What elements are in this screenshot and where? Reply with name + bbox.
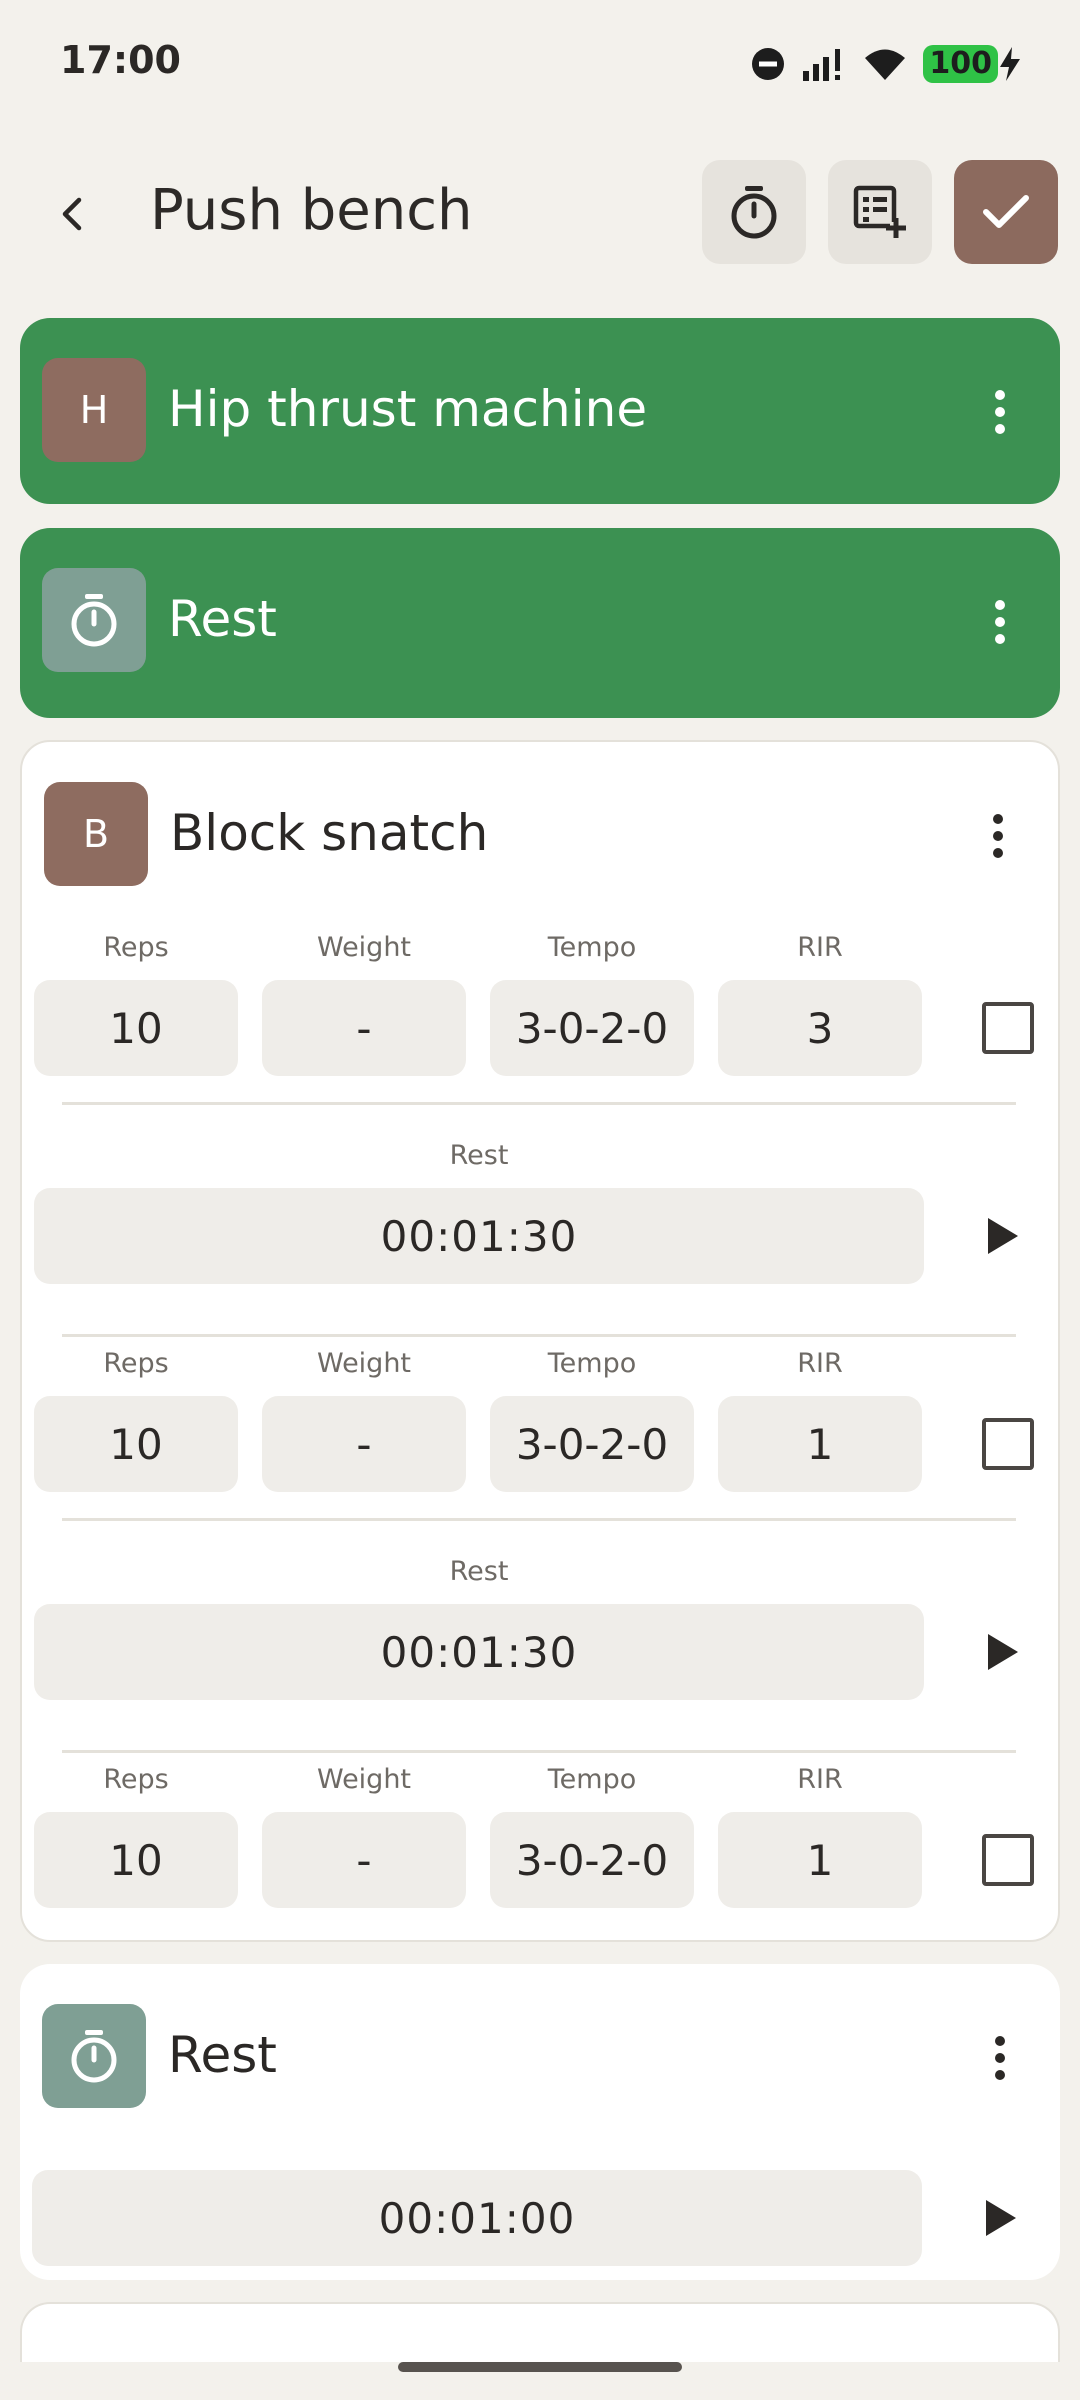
timer-icon — [731, 186, 777, 239]
rest-duration-field[interactable]: 00:01:00 — [32, 2170, 922, 2266]
more-options-button[interactable] — [980, 2028, 1020, 2088]
rest-card-completed[interactable]: Rest — [20, 528, 1060, 718]
divider — [62, 1102, 1016, 1105]
more-options-button[interactable] — [980, 382, 1020, 442]
tempo-field[interactable]: 3-0-2-0 — [490, 1812, 694, 1908]
reps-field[interactable]: 10 — [34, 980, 238, 1076]
back-arrow-icon — [62, 197, 82, 231]
set-complete-checkbox[interactable] — [982, 1418, 1034, 1470]
rir-label: RIR — [797, 1764, 843, 1795]
wifi-icon — [865, 49, 906, 80]
weight-field[interactable]: - — [262, 980, 466, 1076]
reps-label: Reps — [103, 1764, 169, 1795]
battery-level: 100 — [929, 46, 992, 81]
more-icon — [995, 600, 1005, 610]
rir-label: RIR — [797, 1348, 843, 1379]
set-complete-checkbox[interactable] — [982, 1834, 1034, 1886]
set-column-labels: Reps Weight Tempo RIR — [34, 1764, 934, 1800]
timer-icon — [71, 594, 117, 647]
exercise-avatar: H — [42, 358, 146, 462]
exercise-card-block-snatch: B Block snatch Reps Weight Tempo RIR 10 … — [20, 740, 1060, 1942]
weight-field[interactable]: - — [262, 1396, 466, 1492]
rest-avatar — [42, 2004, 146, 2108]
divider — [62, 1334, 1016, 1337]
rest-label: Rest — [449, 1140, 509, 1171]
reps-label: Reps — [103, 932, 169, 963]
timer-icon — [71, 2030, 117, 2083]
more-options-button[interactable] — [980, 592, 1020, 652]
more-icon — [995, 2036, 1005, 2046]
reps-label: Reps — [103, 1348, 169, 1379]
rest-card-pending: Rest 00:01:00 — [20, 1964, 1060, 2280]
finish-workout-button[interactable] — [954, 160, 1058, 264]
workout-screen: 17:00 100 Push bench H Hip thrust machin… — [0, 0, 1080, 2400]
divider — [62, 1518, 1016, 1521]
add-to-list-button[interactable] — [828, 160, 932, 264]
tempo-label: Tempo — [547, 932, 637, 963]
set-column-labels: Reps Weight Tempo RIR — [34, 932, 934, 968]
battery-icon: 100 — [923, 45, 998, 83]
rest-title: Rest — [168, 2026, 277, 2084]
set-row: 10 - 3-0-2-0 1 — [34, 1396, 1044, 1492]
tempo-label: Tempo — [547, 1764, 637, 1795]
rest-title: Rest — [168, 590, 277, 648]
tempo-label: Tempo — [547, 1348, 637, 1379]
tempo-field[interactable]: 3-0-2-0 — [490, 1396, 694, 1492]
rir-field[interactable]: 1 — [718, 1812, 922, 1908]
rir-field[interactable]: 3 — [718, 980, 922, 1076]
exercise-avatar: B — [44, 782, 148, 886]
do-not-disturb-icon — [752, 48, 785, 80]
reps-field[interactable]: 10 — [34, 1396, 238, 1492]
home-indicator[interactable] — [398, 2362, 682, 2372]
set-row: 10 - 3-0-2-0 3 — [34, 980, 1044, 1076]
rir-field[interactable]: 1 — [718, 1396, 922, 1492]
signal-icon — [803, 49, 841, 81]
rest-card-header: Rest — [20, 1964, 1060, 2150]
play-icon[interactable] — [976, 1212, 1024, 1260]
next-card-peek — [20, 2302, 1060, 2362]
exercise-card-header: H Hip thrust machine — [20, 318, 1060, 504]
weight-field[interactable]: - — [262, 1812, 466, 1908]
set-row: 10 - 3-0-2-0 1 — [34, 1812, 1044, 1908]
back-button[interactable] — [40, 182, 104, 246]
app-bar: Push bench — [0, 160, 1080, 264]
exercise-title: Hip thrust machine — [168, 380, 648, 438]
status-bar: 17:00 100 — [0, 0, 1080, 124]
set-column-labels: Reps Weight Tempo RIR — [34, 1348, 934, 1384]
weight-label: Weight — [316, 932, 412, 963]
play-icon[interactable] — [974, 2194, 1022, 2242]
more-options-button[interactable] — [978, 806, 1018, 866]
set-complete-checkbox[interactable] — [982, 1002, 1034, 1054]
rest-avatar — [42, 568, 146, 672]
weight-label: Weight — [316, 1348, 412, 1379]
rir-label: RIR — [797, 932, 843, 963]
exercise-title: Block snatch — [170, 804, 489, 862]
tempo-field[interactable]: 3-0-2-0 — [490, 980, 694, 1076]
weight-label: Weight — [316, 1764, 412, 1795]
check-icon — [983, 195, 1029, 228]
status-icons: 100 — [751, 40, 1020, 88]
status-time: 17:00 — [60, 38, 181, 82]
exercise-card-header: B Block snatch — [22, 742, 1058, 928]
rest-duration-field[interactable]: 00:01:30 — [34, 1188, 924, 1284]
rest-duration-field[interactable]: 00:01:30 — [34, 1604, 924, 1700]
rest-label: Rest — [449, 1556, 509, 1587]
divider — [62, 1750, 1016, 1753]
reps-field[interactable]: 10 — [34, 1812, 238, 1908]
add-list-icon — [853, 185, 906, 238]
charging-bolt-icon — [1000, 47, 1020, 81]
rest-card-header: Rest — [20, 528, 1060, 714]
play-icon[interactable] — [976, 1628, 1024, 1676]
more-icon — [995, 390, 1005, 400]
exercise-card-hip-thrust[interactable]: H Hip thrust machine — [20, 318, 1060, 504]
page-title: Push bench — [150, 178, 473, 243]
timer-button[interactable] — [702, 160, 806, 264]
more-icon — [993, 814, 1003, 824]
